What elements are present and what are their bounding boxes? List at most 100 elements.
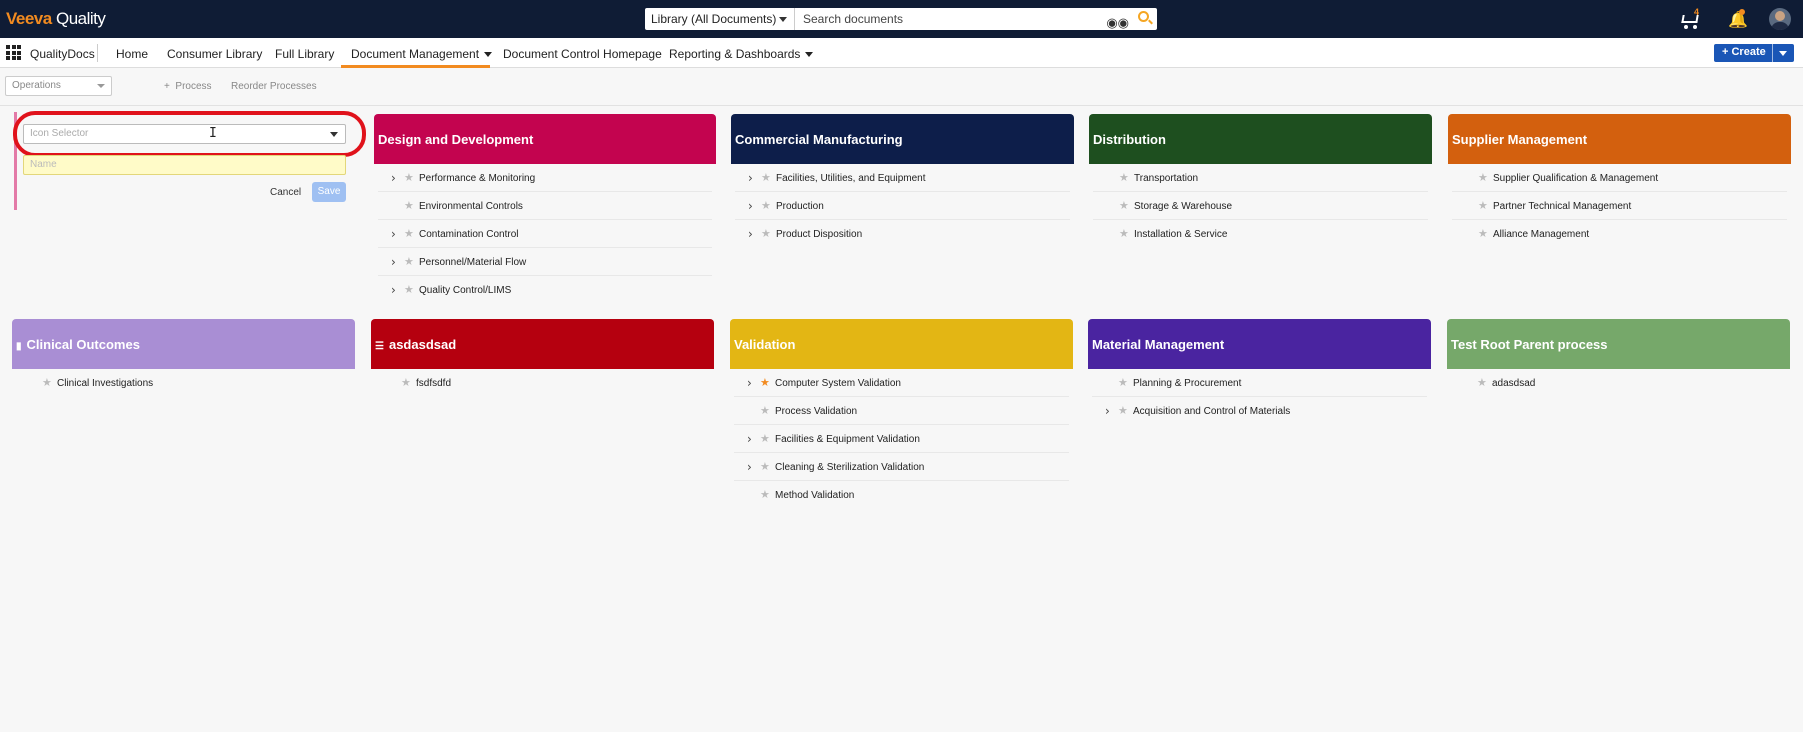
process-list-item[interactable]: › ★ Production (735, 192, 1070, 220)
chevron-right-icon[interactable]: › (748, 227, 753, 241)
chevron-right-icon[interactable]: › (747, 460, 752, 474)
process-list-item[interactable]: › ★ Quality Control/LIMS (378, 276, 712, 304)
create-button[interactable]: + Create (1714, 44, 1794, 62)
search-input[interactable]: Search documents ◉◉ (795, 8, 1157, 30)
process-item-label: Acquisition and Control of Materials (1133, 406, 1291, 417)
save-button[interactable]: Save (312, 182, 346, 202)
star-icon[interactable]: ★ (1119, 171, 1129, 184)
tab-full-library[interactable]: Full Library (275, 47, 334, 61)
process-list-item[interactable]: › ★ Contamination Control (378, 220, 712, 248)
process-list-item[interactable]: ★ Partner Technical Management (1452, 192, 1787, 220)
process-list-item[interactable]: › ★ Cleaning & Sterilization Validation (734, 453, 1069, 481)
cancel-button[interactable]: Cancel (270, 187, 301, 198)
operations-select[interactable]: Operations (5, 76, 112, 96)
card-header[interactable]: Material Management (1088, 319, 1431, 369)
chevron-right-icon[interactable]: › (391, 283, 396, 297)
star-icon[interactable]: ★ (760, 488, 770, 501)
star-icon[interactable]: ★ (1119, 199, 1129, 212)
add-process-button[interactable]: + Process (164, 81, 212, 92)
star-icon[interactable]: ★ (404, 283, 414, 296)
star-icon[interactable]: ★ (760, 376, 770, 389)
star-icon[interactable]: ★ (404, 171, 414, 184)
card-header[interactable]: Supplier Management (1448, 114, 1791, 164)
star-icon[interactable]: ★ (404, 227, 414, 240)
tab-document-control-homepage[interactable]: Document Control Homepage (503, 47, 662, 61)
star-icon[interactable]: ★ (1478, 199, 1488, 212)
tab-document-management[interactable]: Document Management (351, 47, 493, 61)
process-list-item[interactable]: › ★ Facilities, Utilities, and Equipment (735, 164, 1070, 192)
process-list-item[interactable]: ★ Transportation (1093, 164, 1428, 192)
search-icon[interactable] (1138, 11, 1149, 22)
name-field[interactable]: Name (23, 155, 346, 175)
reorder-processes-button[interactable]: Reorder Processes (231, 81, 317, 92)
card-header[interactable]: Commercial Manufacturing (731, 114, 1074, 164)
star-icon[interactable]: ★ (401, 376, 411, 389)
user-avatar[interactable] (1769, 8, 1791, 30)
star-icon[interactable]: ★ (1478, 227, 1488, 240)
card-title: Material Management (1092, 337, 1225, 352)
chevron-down-icon[interactable] (1779, 51, 1787, 56)
search-scope-select[interactable]: Library (All Documents) (645, 8, 795, 30)
card-header[interactable]: ▮ Clinical Outcomes (12, 319, 355, 369)
star-icon[interactable]: ★ (760, 404, 770, 417)
process-item-label: Product Disposition (776, 229, 863, 240)
app-name[interactable]: QualityDocs (30, 47, 95, 61)
star-icon[interactable]: ★ (760, 432, 770, 445)
process-item-label: Planning & Procurement (1133, 378, 1242, 389)
process-item-label: Production (776, 201, 824, 212)
card-title: Clinical Outcomes (26, 337, 140, 352)
process-list-item[interactable]: › ★ Computer System Validation (734, 369, 1069, 397)
card-header[interactable]: ☰ asdasdsad (371, 319, 714, 369)
process-list-item[interactable]: ★ Storage & Warehouse (1093, 192, 1428, 220)
star-icon[interactable]: ★ (1118, 376, 1128, 389)
process-list-item[interactable]: ★ Installation & Service (1093, 220, 1428, 248)
process-item-label: Facilities, Utilities, and Equipment (776, 173, 926, 184)
chevron-right-icon[interactable]: › (748, 171, 753, 185)
chevron-right-icon[interactable]: › (747, 432, 752, 446)
chevron-right-icon[interactable]: › (391, 227, 396, 241)
card-header[interactable]: Test Root Parent process (1447, 319, 1790, 369)
chevron-right-icon[interactable]: › (1105, 404, 1110, 418)
star-icon[interactable]: ★ (1119, 227, 1129, 240)
process-list-item[interactable]: ★ Environmental Controls (378, 192, 712, 220)
star-icon[interactable]: ★ (1478, 171, 1488, 184)
chevron-right-icon[interactable]: › (391, 171, 396, 185)
tab-home[interactable]: Home (116, 47, 148, 61)
cart-icon[interactable]: 4 (1679, 7, 1701, 29)
process-list-item[interactable]: ★ fsdfsdfd (375, 369, 710, 397)
app-grid-icon[interactable] (6, 45, 21, 60)
process-list-item[interactable]: › ★ Performance & Monitoring (378, 164, 712, 192)
card-header[interactable]: Distribution (1089, 114, 1432, 164)
star-icon[interactable]: ★ (761, 171, 771, 184)
process-list-item[interactable]: ★ Method Validation (734, 481, 1069, 509)
card-header[interactable]: Design and Development (374, 114, 716, 164)
process-list-item[interactable]: ★ Process Validation (734, 397, 1069, 425)
process-list-item[interactable]: ★ Planning & Procurement (1092, 369, 1427, 397)
chevron-right-icon[interactable]: › (747, 376, 752, 390)
tab-reporting-dashboards[interactable]: Reporting & Dashboards (669, 47, 814, 61)
tab-consumer-library[interactable]: Consumer Library (167, 47, 262, 61)
chevron-right-icon[interactable]: › (391, 255, 396, 269)
process-card-clinical-outcomes: ▮ Clinical Outcomes ★ Clinical Investigatio… (12, 319, 355, 397)
star-icon[interactable]: ★ (1118, 404, 1128, 417)
star-icon[interactable]: ★ (760, 460, 770, 473)
star-icon[interactable]: ★ (761, 199, 771, 212)
process-list-item[interactable]: › ★ Facilities & Equipment Validation (734, 425, 1069, 453)
process-list-item[interactable]: › ★ Product Disposition (735, 220, 1070, 248)
star-icon[interactable]: ★ (1477, 376, 1487, 389)
card-header[interactable]: Validation (730, 319, 1073, 369)
process-list-item[interactable]: › ★ Personnel/Material Flow (378, 248, 712, 276)
process-list-item[interactable]: ★ adasdsad (1451, 369, 1786, 397)
star-icon[interactable]: ★ (404, 199, 414, 212)
process-list-item[interactable]: ★ Supplier Qualification & Management (1452, 164, 1787, 192)
process-list-item[interactable]: ★ Alliance Management (1452, 220, 1787, 248)
binoculars-icon[interactable]: ◉◉ (1106, 12, 1129, 34)
notifications-bell-icon[interactable]: 🔔 (1728, 9, 1748, 30)
veeva-quality-logo[interactable]: Veeva Quality (6, 9, 106, 29)
process-list-item[interactable]: › ★ Acquisition and Control of Materials (1092, 397, 1427, 425)
star-icon[interactable]: ★ (42, 376, 52, 389)
star-icon[interactable]: ★ (761, 227, 771, 240)
process-list-item[interactable]: ★ Clinical Investigations (16, 369, 351, 397)
star-icon[interactable]: ★ (404, 255, 414, 268)
chevron-right-icon[interactable]: › (748, 199, 753, 213)
